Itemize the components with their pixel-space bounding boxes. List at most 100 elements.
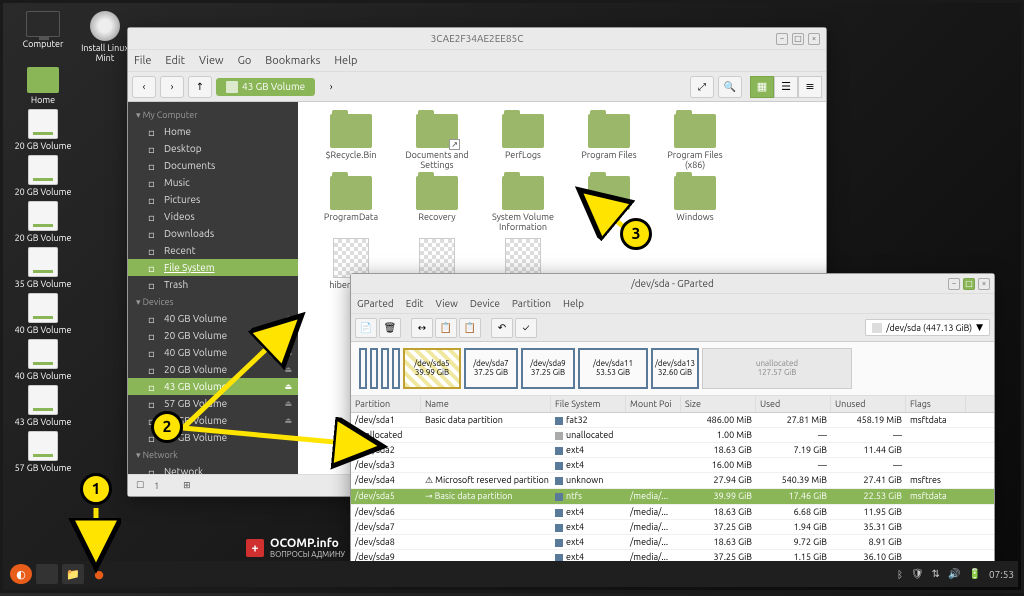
sidebar-item-music[interactable]: ▫Music [128,174,298,191]
gp-close-button[interactable]: × [978,278,990,290]
map-partition[interactable]: /dev/sda1153.53 GiB [578,348,648,389]
column-header[interactable]: Partition [351,396,421,412]
close-button[interactable]: × [808,33,820,45]
file-windows[interactable]: Windows [660,176,730,232]
apply-button[interactable]: ✓ [515,318,537,338]
menu-help[interactable]: Help [334,55,357,67]
partition-row[interactable]: unallocatedunallocated1.00 MiB—— [351,428,994,443]
sidebar-section[interactable]: ▾ Network [128,446,298,463]
file--recycle-bin[interactable]: $Recycle.Bin [316,114,386,170]
new-partition-button[interactable]: 📄 [355,318,377,338]
updates-icon[interactable]: 🛡 [911,568,924,580]
map-partition[interactable]: unallocated127.57 GiB [702,348,852,389]
sidebar-item-recent[interactable]: ▫Recent [128,242,298,259]
gp-menu-gparted[interactable]: GParted [357,298,394,309]
copy-button[interactable]: 📋 [435,318,457,338]
column-header[interactable]: File System [551,396,626,412]
desktop-icon-20-gb-volume[interactable]: 20 GB Volume [13,201,73,243]
sidebar-item-desktop[interactable]: ▫Desktop [128,140,298,157]
resize-button[interactable]: ↔ [411,318,433,338]
gp-menu-partition[interactable]: Partition [512,298,551,309]
sidebar-section[interactable]: ▾ Devices [128,293,298,310]
network-icon[interactable]: ⇅ [932,568,940,580]
menu-bookmarks[interactable]: Bookmarks [265,55,320,67]
desktop-icon-computer[interactable]: Computer [13,11,73,63]
sidebar-item-40-gb-volume[interactable]: ▫40 GB Volume⏏ [128,344,298,361]
minimize-button[interactable]: − [776,33,788,45]
file-system-volume-information[interactable]: System Volume Information [488,176,558,232]
partition-row[interactable]: /dev/sda6ext4/media/...18.63 GiB6.68 GiB… [351,505,994,520]
desktop-icon-57-gb-volume[interactable]: 57 GB Volume [13,431,73,473]
sidebar-item-pictures[interactable]: ▫Pictures [128,191,298,208]
partition-row[interactable]: /dev/sda1Basic data partitionfat32486.00… [351,413,994,428]
gp-maximize-button[interactable]: □ [963,278,975,290]
map-partition[interactable] [381,348,389,389]
map-partition[interactable]: /dev/sda737.25 GiB [464,348,518,389]
partition-map[interactable]: /dev/sda539.99 GiB/dev/sda737.25 GiB/dev… [351,342,994,396]
path-forward-button[interactable]: › [319,76,343,98]
sidebar-item-videos[interactable]: ▫Videos [128,208,298,225]
desktop-icon-20-gb-volume[interactable]: 20 GB Volume [13,155,73,197]
delete-partition-button[interactable]: 🗑 [379,318,401,338]
desktop-icon-install-linux-mint[interactable]: Install Linux Mint [75,11,135,63]
back-button[interactable]: ‹ [132,76,156,98]
column-header[interactable]: Flags [906,396,966,412]
view-list-button[interactable]: ☰ [774,76,798,98]
clock[interactable]: 07:53 [989,569,1014,580]
sidebar-item-downloads[interactable]: ▫Downloads [128,225,298,242]
view-compact-button[interactable]: ≡ [798,76,822,98]
gp-menu-view[interactable]: View [435,298,457,309]
arrows-icon[interactable]: ⤢ [690,76,714,98]
forward-button[interactable]: › [160,76,184,98]
sidebar-item-network[interactable]: ▫Network [128,463,298,474]
firefox-tasklet[interactable]: ● [88,564,110,584]
desktop-icon-home[interactable]: Home [13,67,73,105]
file-programdata[interactable]: ProgramData [316,176,386,232]
desktop-icon-40-gb-volume[interactable]: 40 GB Volume [13,339,73,381]
map-partition[interactable]: /dev/sda937.25 GiB [521,348,575,389]
partition-row[interactable]: /dev/sda8ext4/media/...18.63 GiB9.72 GiB… [351,535,994,550]
column-header[interactable]: Size [681,396,756,412]
column-header[interactable]: Unused [831,396,906,412]
sidebar-item-documents[interactable]: ▫Documents [128,157,298,174]
partition-row[interactable]: /dev/sda3ext416.00 MiB—— [351,458,994,473]
sidebar-item-43-gb-volume[interactable]: ▫43 GB Volume⏏ [128,378,298,395]
partition-row[interactable]: /dev/sda5⊸ Basic data partitionntfs/medi… [351,489,994,505]
show-desktop-button[interactable] [36,564,58,584]
sidebar-item-40-gb-volume[interactable]: ▫40 GB Volume⏏ [128,310,298,327]
system-tray[interactable]: ᛒ 🛡 ⇅ 🔊 🔋 07:53 [897,568,1014,580]
menu-view[interactable]: View [199,55,224,67]
sidebar-item-20-gb-volume[interactable]: ▫20 GB Volume⏏ [128,327,298,344]
files-tasklet[interactable]: 📁 [62,564,84,584]
map-partition[interactable]: /dev/sda539.99 GiB [403,348,461,389]
search-icon[interactable]: 🔍 [718,76,742,98]
file-perflogs[interactable]: PerfLogs [488,114,558,170]
gp-menu-edit[interactable]: Edit [406,298,424,309]
desktop-icon-40-gb-volume[interactable]: 40 GB Volume [13,293,73,335]
desktop-icon-20-gb-volume[interactable]: 20 GB Volume [13,109,73,151]
up-button[interactable]: ↑ [188,76,212,98]
file-program-files-x86-[interactable]: Program Files (x86) [660,114,730,170]
paste-button[interactable]: 📋 [459,318,481,338]
menu-file[interactable]: File [134,55,151,67]
view-icons-button[interactable]: ▦ [750,76,774,98]
file-recovery[interactable]: Recovery [402,176,472,232]
sidebar-item-57-gb-volume[interactable]: ▫57 GB Volume⏏ [128,395,298,412]
device-selector[interactable]: /dev/sda (447.13 GiB) ▼ [865,319,990,336]
sidebar-item-trash[interactable]: ▫Trash [128,276,298,293]
path-breadcrumb[interactable]: 43 GB Volume [216,78,315,96]
column-header[interactable]: Name [421,396,551,412]
gp-menu-help[interactable]: Help [563,298,584,309]
sidebar-item-file-system[interactable]: ▫File System [128,259,298,276]
partition-row[interactable]: /dev/sda7ext4/media/...37.25 GiB1.94 GiB… [351,520,994,535]
sidebar-item-20-gb-volume[interactable]: ▫20 GB Volume⏏ [128,361,298,378]
fm-titlebar[interactable]: 3CAE2F34AE2EE85C − □ × [128,28,826,50]
gp-menu-device[interactable]: Device [470,298,500,309]
map-partition[interactable] [370,348,378,389]
partition-row[interactable]: /dev/sda2ext418.63 GiB7.19 GiB11.44 GiB [351,443,994,458]
menu-button[interactable]: ◐ [10,564,32,584]
sidebar-section[interactable]: ▾ My Computer [128,106,298,123]
volume-icon[interactable]: 🔊 [948,568,960,580]
maximize-button[interactable]: □ [792,33,804,45]
map-partition[interactable] [359,348,367,389]
